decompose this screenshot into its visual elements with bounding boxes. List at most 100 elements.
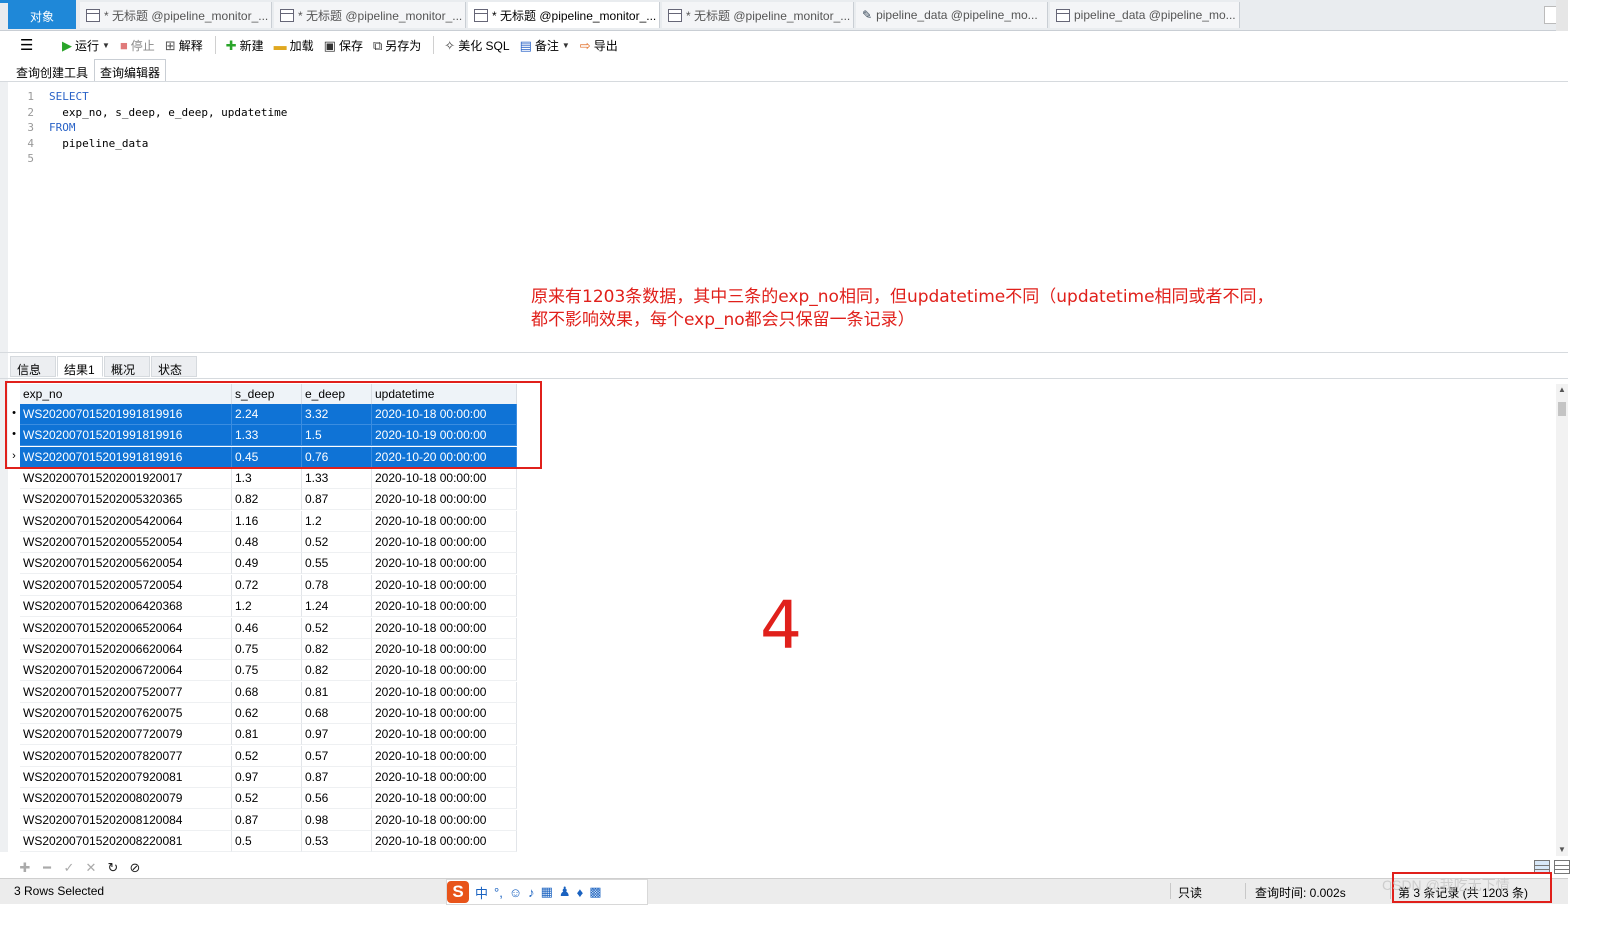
document-tab[interactable]: * 无标题 @pipeline_monitor_... bbox=[662, 2, 854, 28]
table-row[interactable]: WS202007015202001920017 1.3 1.33 2020-10-18… bbox=[20, 468, 517, 490]
cell-e-deep[interactable]: 1.33 bbox=[302, 468, 372, 490]
cell-exp-no[interactable]: WS202007015202006520064 bbox=[20, 617, 232, 639]
cell-exp-no[interactable]: WS202007015202007920081 bbox=[20, 766, 232, 788]
cell-exp-no[interactable]: WS202007015202008120084 bbox=[20, 809, 232, 831]
refresh-icon[interactable]: ↻ bbox=[102, 860, 124, 876]
cell-updatetime[interactable]: 2020-10-18 00:00:00 bbox=[372, 745, 517, 767]
save-button[interactable]: ▣ 保存 bbox=[324, 37, 363, 54]
discard-icon[interactable]: ✕ bbox=[80, 860, 102, 876]
cell-s-deep[interactable]: 0.5 bbox=[232, 831, 302, 852]
cell-e-deep[interactable]: 0.81 bbox=[302, 681, 372, 703]
scroll-up-icon[interactable]: ▲ bbox=[1556, 384, 1568, 396]
cell-updatetime[interactable]: 2020-10-18 00:00:00 bbox=[372, 766, 517, 788]
table-row[interactable]: WS202007015202005320365 0.82 0.87 2020-10-1… bbox=[20, 489, 517, 511]
cell-s-deep[interactable]: 0.81 bbox=[232, 724, 302, 746]
cell-s-deep[interactable]: 0.75 bbox=[232, 660, 302, 682]
table-row[interactable]: WS202007015202007720079 0.81 0.97 2020-10-1… bbox=[20, 724, 517, 746]
cell-s-deep[interactable]: 0.49 bbox=[232, 553, 302, 575]
comment-button[interactable]: ▤ 备注 ▼ bbox=[520, 37, 570, 54]
chinese-mode-icon[interactable]: 中 bbox=[475, 883, 488, 902]
cell-updatetime[interactable]: 2020-10-18 00:00:00 bbox=[372, 788, 517, 810]
cell-e-deep[interactable]: 0.52 bbox=[302, 617, 372, 639]
cell-e-deep[interactable]: 0.87 bbox=[302, 489, 372, 511]
table-row[interactable]: WS202007015202005620054 0.49 0.55 2020-10-1… bbox=[20, 553, 517, 575]
table-row[interactable]: WS202007015202008020079 0.52 0.56 2020-10-1… bbox=[20, 788, 517, 810]
tab-result1[interactable]: 结果1 bbox=[57, 356, 103, 377]
table-row[interactable]: WS202007015202006520064 0.46 0.52 2020-10-1… bbox=[20, 617, 517, 639]
cell-e-deep[interactable]: 0.98 bbox=[302, 809, 372, 831]
tab-info[interactable]: 信息 bbox=[10, 356, 56, 377]
comment-dropdown-icon[interactable]: ▼ bbox=[562, 41, 570, 50]
cell-exp-no[interactable]: WS202007015202007720079 bbox=[20, 724, 232, 746]
form-view-icon[interactable] bbox=[1554, 860, 1570, 874]
cell-e-deep[interactable]: 0.56 bbox=[302, 788, 372, 810]
delete-record-icon[interactable]: ━ bbox=[36, 860, 58, 876]
cell-exp-no[interactable]: WS202007015202008020079 bbox=[20, 788, 232, 810]
punctuation-icon[interactable]: °, bbox=[494, 885, 503, 900]
table-row[interactable]: WS202007015202007620075 0.62 0.68 2020-10-1… bbox=[20, 702, 517, 724]
cell-s-deep[interactable]: 0.48 bbox=[232, 532, 302, 554]
cell-e-deep[interactable]: 0.82 bbox=[302, 660, 372, 682]
stop-button[interactable]: ■ 停止 bbox=[120, 37, 155, 54]
cell-s-deep[interactable]: 0.62 bbox=[232, 702, 302, 724]
table-row[interactable]: WS202007015202007820077 0.52 0.57 2020-10-1… bbox=[20, 745, 517, 767]
cell-s-deep[interactable]: 0.72 bbox=[232, 574, 302, 596]
toolbox-icon[interactable]: ▩ bbox=[589, 884, 601, 900]
user-icon[interactable]: ♟ bbox=[559, 884, 571, 900]
new-button[interactable]: ✚ 新建 bbox=[226, 37, 264, 54]
menu-icon[interactable]: ☰ bbox=[20, 36, 40, 54]
cell-exp-no[interactable]: WS202007015202008220081 bbox=[20, 831, 232, 852]
cell-updatetime[interactable]: 2020-10-18 00:00:00 bbox=[372, 596, 517, 618]
emoji-icon[interactable]: ☺ bbox=[509, 885, 522, 900]
cell-s-deep[interactable]: 0.97 bbox=[232, 766, 302, 788]
splitter[interactable] bbox=[0, 352, 1568, 353]
document-tab[interactable]: * 无标题 @pipeline_monitor_... bbox=[80, 2, 272, 28]
cell-updatetime[interactable]: 2020-10-18 00:00:00 bbox=[372, 831, 517, 852]
cell-updatetime[interactable]: 2020-10-18 00:00:00 bbox=[372, 510, 517, 532]
document-tab[interactable]: * 无标题 @pipeline_monitor_... bbox=[274, 2, 466, 28]
run-button[interactable]: ▶ 运行 ▼ bbox=[62, 37, 110, 54]
cell-updatetime[interactable]: 2020-10-18 00:00:00 bbox=[372, 660, 517, 682]
cell-exp-no[interactable]: WS202007015202006720064 bbox=[20, 660, 232, 682]
document-tab[interactable]: * 无标题 @pipeline_monitor_... bbox=[468, 2, 660, 28]
tab-objects[interactable]: 对象 bbox=[0, 0, 76, 29]
tab-query-builder[interactable]: 查询创建工具 bbox=[10, 59, 94, 83]
cell-updatetime[interactable]: 2020-10-18 00:00:00 bbox=[372, 617, 517, 639]
cell-exp-no[interactable]: WS202007015202006420368 bbox=[20, 596, 232, 618]
table-row[interactable]: WS202007015202005420064 1.16 1.2 2020-10-18… bbox=[20, 510, 517, 532]
cell-exp-no[interactable]: WS202007015202005520054 bbox=[20, 532, 232, 554]
cell-updatetime[interactable]: 2020-10-18 00:00:00 bbox=[372, 702, 517, 724]
tab-status[interactable]: 状态 bbox=[151, 356, 197, 377]
cell-s-deep[interactable]: 1.2 bbox=[232, 596, 302, 618]
table-row[interactable]: WS202007015202007920081 0.97 0.87 2020-10-1… bbox=[20, 766, 517, 788]
cell-exp-no[interactable]: WS202007015202005720054 bbox=[20, 574, 232, 596]
cell-e-deep[interactable]: 0.53 bbox=[302, 831, 372, 852]
cell-updatetime[interactable]: 2020-10-18 00:00:00 bbox=[372, 489, 517, 511]
cell-exp-no[interactable]: WS202007015202001920017 bbox=[20, 468, 232, 490]
microphone-icon[interactable]: ♪ bbox=[528, 885, 535, 900]
beautify-sql-button[interactable]: ✧ 美化 SQL bbox=[444, 37, 509, 54]
document-tab[interactable]: ✎ pipeline_data @pipeline_mo... bbox=[856, 2, 1048, 28]
table-row[interactable]: WS202007015202005520054 0.48 0.52 2020-10-1… bbox=[20, 532, 517, 554]
table-row[interactable]: WS202007015202006420368 1.2 1.24 2020-10-18… bbox=[20, 596, 517, 618]
ime-toolbar[interactable]: S 中 °, ☺ ♪ ▦ ♟ ♦ ▩ bbox=[446, 879, 648, 905]
cell-e-deep[interactable]: 0.97 bbox=[302, 724, 372, 746]
cell-e-deep[interactable]: 0.78 bbox=[302, 574, 372, 596]
add-record-icon[interactable]: ✚ bbox=[14, 860, 36, 876]
cell-exp-no[interactable]: WS202007015202005620054 bbox=[20, 553, 232, 575]
cell-exp-no[interactable]: WS202007015202005420064 bbox=[20, 510, 232, 532]
keyboard-icon[interactable]: ▦ bbox=[541, 884, 553, 900]
cell-s-deep[interactable]: 1.3 bbox=[232, 468, 302, 490]
cell-e-deep[interactable]: 1.24 bbox=[302, 596, 372, 618]
table-row[interactable]: WS202007015202008120084 0.87 0.98 2020-10-1… bbox=[20, 809, 517, 831]
cell-updatetime[interactable]: 2020-10-18 00:00:00 bbox=[372, 681, 517, 703]
apply-icon[interactable]: ✓ bbox=[58, 860, 80, 876]
cell-s-deep[interactable]: 0.68 bbox=[232, 681, 302, 703]
cell-updatetime[interactable]: 2020-10-18 00:00:00 bbox=[372, 532, 517, 554]
cell-updatetime[interactable]: 2020-10-18 00:00:00 bbox=[372, 468, 517, 490]
skin-icon[interactable]: ♦ bbox=[577, 885, 584, 900]
table-row[interactable]: WS202007015202007520077 0.68 0.81 2020-10-1… bbox=[20, 681, 517, 703]
cell-e-deep[interactable]: 0.57 bbox=[302, 745, 372, 767]
cell-e-deep[interactable]: 0.55 bbox=[302, 553, 372, 575]
cell-e-deep[interactable]: 0.82 bbox=[302, 638, 372, 660]
